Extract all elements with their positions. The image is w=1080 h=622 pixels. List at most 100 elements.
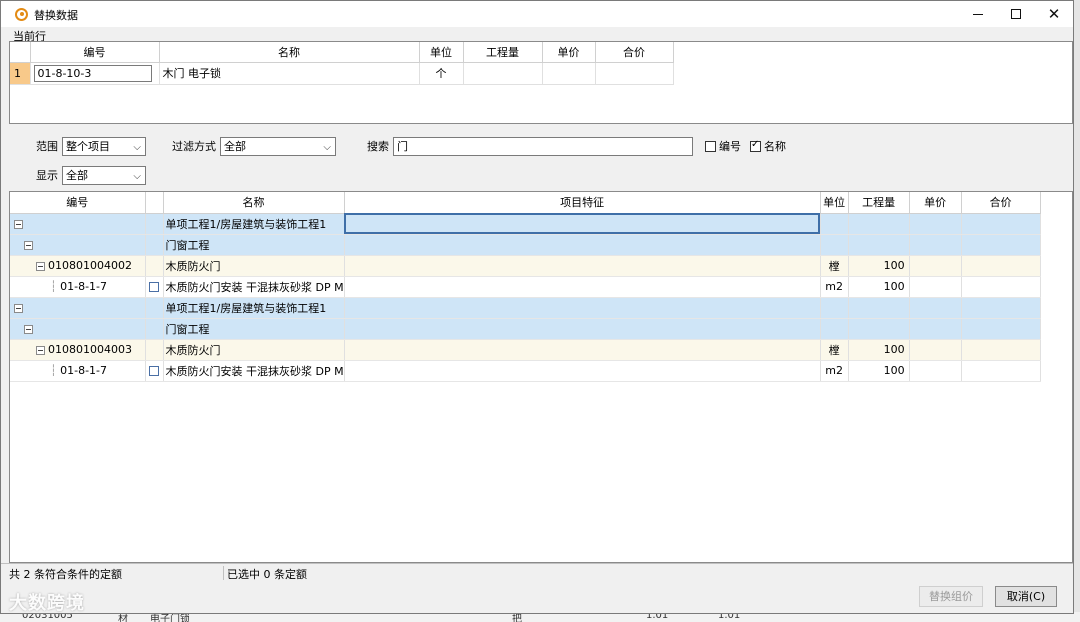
price-cell[interactable] — [542, 62, 596, 85]
grid-unit-cell[interactable]: m2 — [820, 360, 849, 382]
grid-row[interactable]: 010801004003 木质防火门 樘 100 — [10, 339, 1041, 361]
grid-total-cell[interactable] — [961, 318, 1041, 340]
grid-code-cell[interactable] — [10, 318, 146, 340]
grid-price-cell[interactable] — [909, 318, 962, 340]
grid-price-cell[interactable] — [909, 213, 962, 235]
grid-unit-cell[interactable] — [820, 234, 849, 256]
name-cell[interactable]: 木门 电子锁 — [159, 62, 420, 85]
grid-row[interactable]: 门窗工程 — [10, 318, 1041, 340]
code-checkbox[interactable] — [705, 140, 716, 152]
grid-feature-cell[interactable] — [344, 339, 821, 361]
grid-code-cell[interactable] — [10, 213, 146, 235]
collapse-toggle-icon[interactable] — [36, 345, 45, 355]
grid-unit-cell[interactable] — [820, 318, 849, 340]
grid-price-cell[interactable] — [909, 339, 962, 361]
close-button[interactable]: ✕ — [1035, 1, 1073, 27]
grid-row[interactable]: 单项工程1/房屋建筑与装饰工程1 — [10, 213, 1041, 235]
grid-code-cell[interactable]: 010801004003 — [10, 339, 146, 361]
grid-qty-cell[interactable] — [848, 318, 910, 340]
grid-total-cell[interactable] — [961, 234, 1041, 256]
grid-feature-cell[interactable] — [344, 318, 821, 340]
grid-select-cell[interactable] — [145, 276, 164, 298]
filter-mode-select[interactable]: 全部 ⌵ — [220, 136, 336, 156]
grid-feature-cell[interactable] — [344, 213, 821, 235]
row-checkbox[interactable] — [149, 282, 159, 292]
grid-name-cell[interactable]: 门窗工程 — [163, 318, 345, 340]
grid-price-cell[interactable] — [909, 297, 962, 319]
search-input[interactable]: 门 — [393, 136, 693, 156]
grid-name-cell[interactable]: 木质防火门 — [163, 255, 345, 277]
grid-qty-cell[interactable] — [848, 213, 910, 235]
row-checkbox[interactable] — [149, 366, 159, 376]
collapse-toggle-icon[interactable] — [14, 219, 23, 229]
grid-code-cell[interactable] — [10, 297, 146, 319]
grid-unit-cell[interactable] — [820, 213, 849, 235]
grid-name-cell[interactable]: 单项工程1/房屋建筑与装饰工程1 — [163, 297, 345, 319]
grid-qty-cell[interactable]: 100 — [848, 339, 910, 361]
grid-code-cell[interactable]: 010801004002 — [10, 255, 146, 277]
grid-unit-cell[interactable] — [820, 297, 849, 319]
grid-qty-cell[interactable]: 100 — [848, 276, 910, 298]
grid-row[interactable]: 门窗工程 — [10, 234, 1041, 256]
collapse-toggle-icon[interactable] — [24, 324, 33, 334]
display-select[interactable]: 全部 ⌵ — [62, 165, 146, 185]
qty-cell[interactable] — [463, 62, 543, 85]
grid-row[interactable]: 单项工程1/房屋建筑与装饰工程1 — [10, 297, 1041, 319]
collapse-toggle-icon[interactable] — [14, 303, 23, 313]
grid-price-cell[interactable] — [909, 276, 962, 298]
grid-select-cell[interactable] — [145, 360, 164, 382]
minimize-button[interactable] — [959, 1, 997, 27]
search-code-option[interactable]: 编号 — [705, 136, 741, 156]
grid-unit-cell[interactable]: 樘 — [820, 255, 849, 277]
grid-select-cell[interactable] — [145, 297, 164, 319]
grid-name-cell[interactable]: 木质防火门 — [163, 339, 345, 361]
grid-total-cell[interactable] — [961, 255, 1041, 277]
grid-price-cell[interactable] — [909, 234, 962, 256]
grid-unit-cell[interactable]: 樘 — [820, 339, 849, 361]
grid-name-cell[interactable]: 单项工程1/房屋建筑与装饰工程1 — [163, 213, 345, 235]
grid-qty-cell[interactable] — [848, 297, 910, 319]
code-edit[interactable]: 01-8-10-3 — [33, 64, 152, 82]
grid-price-cell[interactable] — [909, 360, 962, 382]
grid-price-cell[interactable] — [909, 255, 962, 277]
grid-feature-cell[interactable] — [344, 360, 821, 382]
grid-total-cell[interactable] — [961, 276, 1041, 298]
search-name-option[interactable]: 名称 — [750, 136, 786, 156]
grid-qty-cell[interactable]: 100 — [848, 360, 910, 382]
grid-total-cell[interactable] — [961, 213, 1041, 235]
grid-feature-cell[interactable] — [344, 255, 821, 277]
grid-select-cell[interactable] — [145, 318, 164, 340]
total-cell[interactable] — [595, 62, 674, 85]
maximize-button[interactable] — [997, 1, 1035, 27]
grid-row[interactable]: ┆ 01-8-1-7 木质防火门安装 干混抹灰砂浆 DP M m2 100 — [10, 276, 1041, 298]
grid-qty-cell[interactable]: 100 — [848, 255, 910, 277]
collapse-toggle-icon[interactable] — [36, 261, 45, 271]
grid-select-cell[interactable] — [145, 234, 164, 256]
grid-row[interactable]: ┆ 01-8-1-7 木质防火门安装 干混抹灰砂浆 DP M m2 100 — [10, 360, 1041, 382]
grid-name-cell[interactable]: 木质防火门安装 干混抹灰砂浆 DP M — [163, 360, 345, 382]
grid-feature-cell[interactable] — [344, 234, 821, 256]
grid-total-cell[interactable] — [961, 360, 1041, 382]
grid-row[interactable]: 010801004002 木质防火门 樘 100 — [10, 255, 1041, 277]
scope-select[interactable]: 整个项目 ⌵ — [62, 136, 146, 156]
grid-code-cell[interactable]: ┆ 01-8-1-7 — [10, 360, 146, 382]
grid-select-cell[interactable] — [145, 255, 164, 277]
grid-feature-cell[interactable] — [344, 276, 821, 298]
unit-cell[interactable]: 个 — [419, 62, 464, 85]
grid-code-cell[interactable] — [10, 234, 146, 256]
grid-total-cell[interactable] — [961, 297, 1041, 319]
grid-name-cell[interactable]: 木质防火门安装 干混抹灰砂浆 DP M — [163, 276, 345, 298]
collapse-toggle-icon[interactable] — [24, 240, 33, 250]
grid-qty-cell[interactable] — [848, 234, 910, 256]
replace-pricing-button[interactable]: 替换组价 — [919, 586, 983, 607]
cancel-button[interactable]: 取消(C) — [995, 586, 1057, 607]
grid-select-cell[interactable] — [145, 213, 164, 235]
grid-feature-cell[interactable] — [344, 297, 821, 319]
grid-name-cell[interactable]: 门窗工程 — [163, 234, 345, 256]
grid-total-cell[interactable] — [961, 339, 1041, 361]
grid-select-cell[interactable] — [145, 339, 164, 361]
name-checkbox[interactable] — [750, 139, 761, 152]
current-row[interactable]: 1 01-8-10-3 木门 电子锁 个 — [10, 62, 674, 85]
grid-unit-cell[interactable]: m2 — [820, 276, 849, 298]
grid-code-cell[interactable]: ┆ 01-8-1-7 — [10, 276, 146, 298]
